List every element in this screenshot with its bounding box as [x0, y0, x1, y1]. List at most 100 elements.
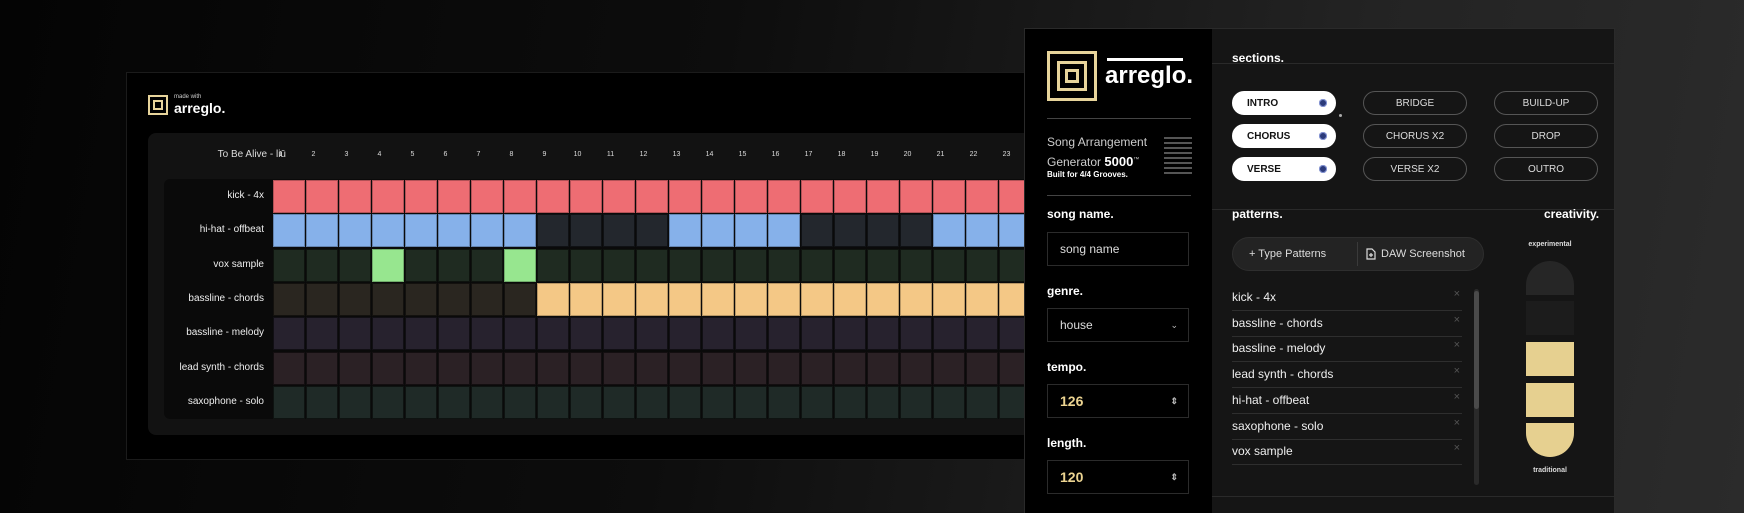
pattern-cell-off[interactable]	[735, 385, 767, 419]
pattern-cell-off[interactable]	[834, 351, 866, 385]
pattern-cell-off[interactable]	[966, 351, 998, 385]
pattern-cell-on[interactable]	[669, 214, 701, 248]
pattern-cell-off[interactable]	[504, 351, 536, 385]
pattern-cell-off[interactable]	[471, 248, 503, 282]
pattern-cell-off[interactable]	[801, 214, 833, 248]
pattern-cell-off[interactable]	[471, 351, 503, 385]
pattern-cell-off[interactable]	[933, 248, 965, 282]
pattern-cell-on[interactable]	[537, 180, 569, 213]
pattern-cell-off[interactable]	[603, 317, 635, 351]
patterns-scrollbar-thumb[interactable]	[1474, 291, 1479, 409]
pattern-cell-off[interactable]	[735, 248, 767, 282]
pattern-cell-off[interactable]	[405, 282, 437, 316]
pattern-cell-on[interactable]	[273, 180, 305, 213]
pattern-cell-off[interactable]	[636, 214, 668, 248]
pattern-cell-on[interactable]	[801, 282, 833, 316]
pattern-cell-on[interactable]	[735, 282, 767, 316]
pattern-cell-off[interactable]	[570, 351, 602, 385]
pattern-cell-off[interactable]	[273, 351, 305, 385]
creativity-segment-empty[interactable]	[1526, 261, 1574, 295]
daw-screenshot-button[interactable]: DAW Screenshot	[1366, 238, 1465, 270]
pattern-cell-off[interactable]	[306, 248, 338, 282]
pattern-cell-on[interactable]	[570, 180, 602, 213]
pattern-cell-off[interactable]	[867, 385, 899, 419]
pattern-cell-off[interactable]	[669, 385, 701, 419]
pattern-cell-off[interactable]	[735, 317, 767, 351]
pattern-cell-on[interactable]	[900, 282, 932, 316]
pattern-cell-off[interactable]	[768, 248, 800, 282]
pattern-cell-off[interactable]	[636, 351, 668, 385]
stepper-icon[interactable]: ⇕	[1170, 396, 1178, 407]
pattern-cell-off[interactable]	[801, 351, 833, 385]
pattern-cell-off[interactable]	[537, 385, 569, 419]
pattern-cell-off[interactable]	[339, 248, 371, 282]
pattern-cell-off[interactable]	[966, 385, 998, 419]
length-stepper[interactable]: 120 ⇕	[1047, 460, 1189, 494]
pattern-cell-off[interactable]	[570, 248, 602, 282]
pattern-cell-off[interactable]	[801, 317, 833, 351]
pattern-cell-off[interactable]	[537, 248, 569, 282]
pattern-cell-off[interactable]	[966, 317, 998, 351]
section-outro-button[interactable]: OUTRO	[1494, 157, 1598, 181]
pattern-cell-off[interactable]	[438, 248, 470, 282]
section-drop-button[interactable]: DROP	[1494, 124, 1598, 148]
pattern-cell-off[interactable]	[702, 385, 734, 419]
pattern-cell-on[interactable]	[867, 180, 899, 213]
pattern-cell-off[interactable]	[702, 248, 734, 282]
pattern-cell-off[interactable]	[504, 282, 536, 316]
pattern-cell-off[interactable]	[735, 351, 767, 385]
pattern-cell-on[interactable]	[570, 282, 602, 316]
pattern-cell-on[interactable]	[306, 180, 338, 213]
pattern-cell-on[interactable]	[900, 180, 932, 213]
pattern-cell-off[interactable]	[603, 351, 635, 385]
pattern-cell-on[interactable]	[372, 248, 404, 282]
pattern-cell-off[interactable]	[702, 351, 734, 385]
pattern-cell-on[interactable]	[504, 214, 536, 248]
pattern-cell-off[interactable]	[306, 282, 338, 316]
song-name-input[interactable]: song name	[1047, 232, 1189, 266]
pattern-cell-off[interactable]	[438, 385, 470, 419]
pattern-cell-on[interactable]	[768, 180, 800, 213]
pattern-cell-off[interactable]	[273, 385, 305, 419]
pattern-cell-off[interactable]	[372, 282, 404, 316]
section-verse-x2-button[interactable]: VERSE X2	[1363, 157, 1467, 181]
pattern-cell-off[interactable]	[867, 248, 899, 282]
pattern-cell-off[interactable]	[537, 351, 569, 385]
pattern-cell-off[interactable]	[603, 385, 635, 419]
pattern-cell-off[interactable]	[537, 214, 569, 248]
remove-icon[interactable]: ×	[1454, 442, 1460, 454]
pattern-cell-on[interactable]	[768, 214, 800, 248]
pattern-cell-off[interactable]	[405, 351, 437, 385]
type-patterns-button[interactable]: + Type Patterns	[1249, 238, 1326, 270]
pattern-cell-on[interactable]	[339, 214, 371, 248]
pattern-cell-off[interactable]	[273, 282, 305, 316]
pattern-cell-on[interactable]	[504, 180, 536, 213]
pattern-cell-on[interactable]	[966, 214, 998, 248]
pattern-cell-off[interactable]	[636, 385, 668, 419]
pattern-cell-off[interactable]	[306, 385, 338, 419]
pattern-cell-off[interactable]	[405, 385, 437, 419]
pattern-cell-off[interactable]	[306, 317, 338, 351]
pattern-cell-on[interactable]	[933, 214, 965, 248]
pattern-cell-on[interactable]	[735, 214, 767, 248]
pattern-cell-off[interactable]	[438, 317, 470, 351]
pattern-cell-off[interactable]	[339, 317, 371, 351]
pattern-cell-off[interactable]	[702, 317, 734, 351]
pattern-cell-off[interactable]	[504, 385, 536, 419]
pattern-cell-off[interactable]	[504, 317, 536, 351]
pattern-cell-off[interactable]	[273, 248, 305, 282]
pattern-cell-off[interactable]	[339, 282, 371, 316]
pattern-cell-off[interactable]	[570, 385, 602, 419]
pattern-cell-off[interactable]	[405, 317, 437, 351]
pattern-cell-off[interactable]	[933, 317, 965, 351]
remove-icon[interactable]: ×	[1454, 314, 1460, 326]
pattern-cell-off[interactable]	[372, 385, 404, 419]
pattern-cell-off[interactable]	[603, 214, 635, 248]
pattern-cell-on[interactable]	[273, 214, 305, 248]
creativity-segment-filled[interactable]	[1526, 342, 1574, 376]
pattern-cell-on[interactable]	[636, 180, 668, 213]
pattern-cell-off[interactable]	[438, 351, 470, 385]
pattern-cell-off[interactable]	[537, 317, 569, 351]
pattern-cell-off[interactable]	[900, 317, 932, 351]
pattern-cell-off[interactable]	[768, 385, 800, 419]
